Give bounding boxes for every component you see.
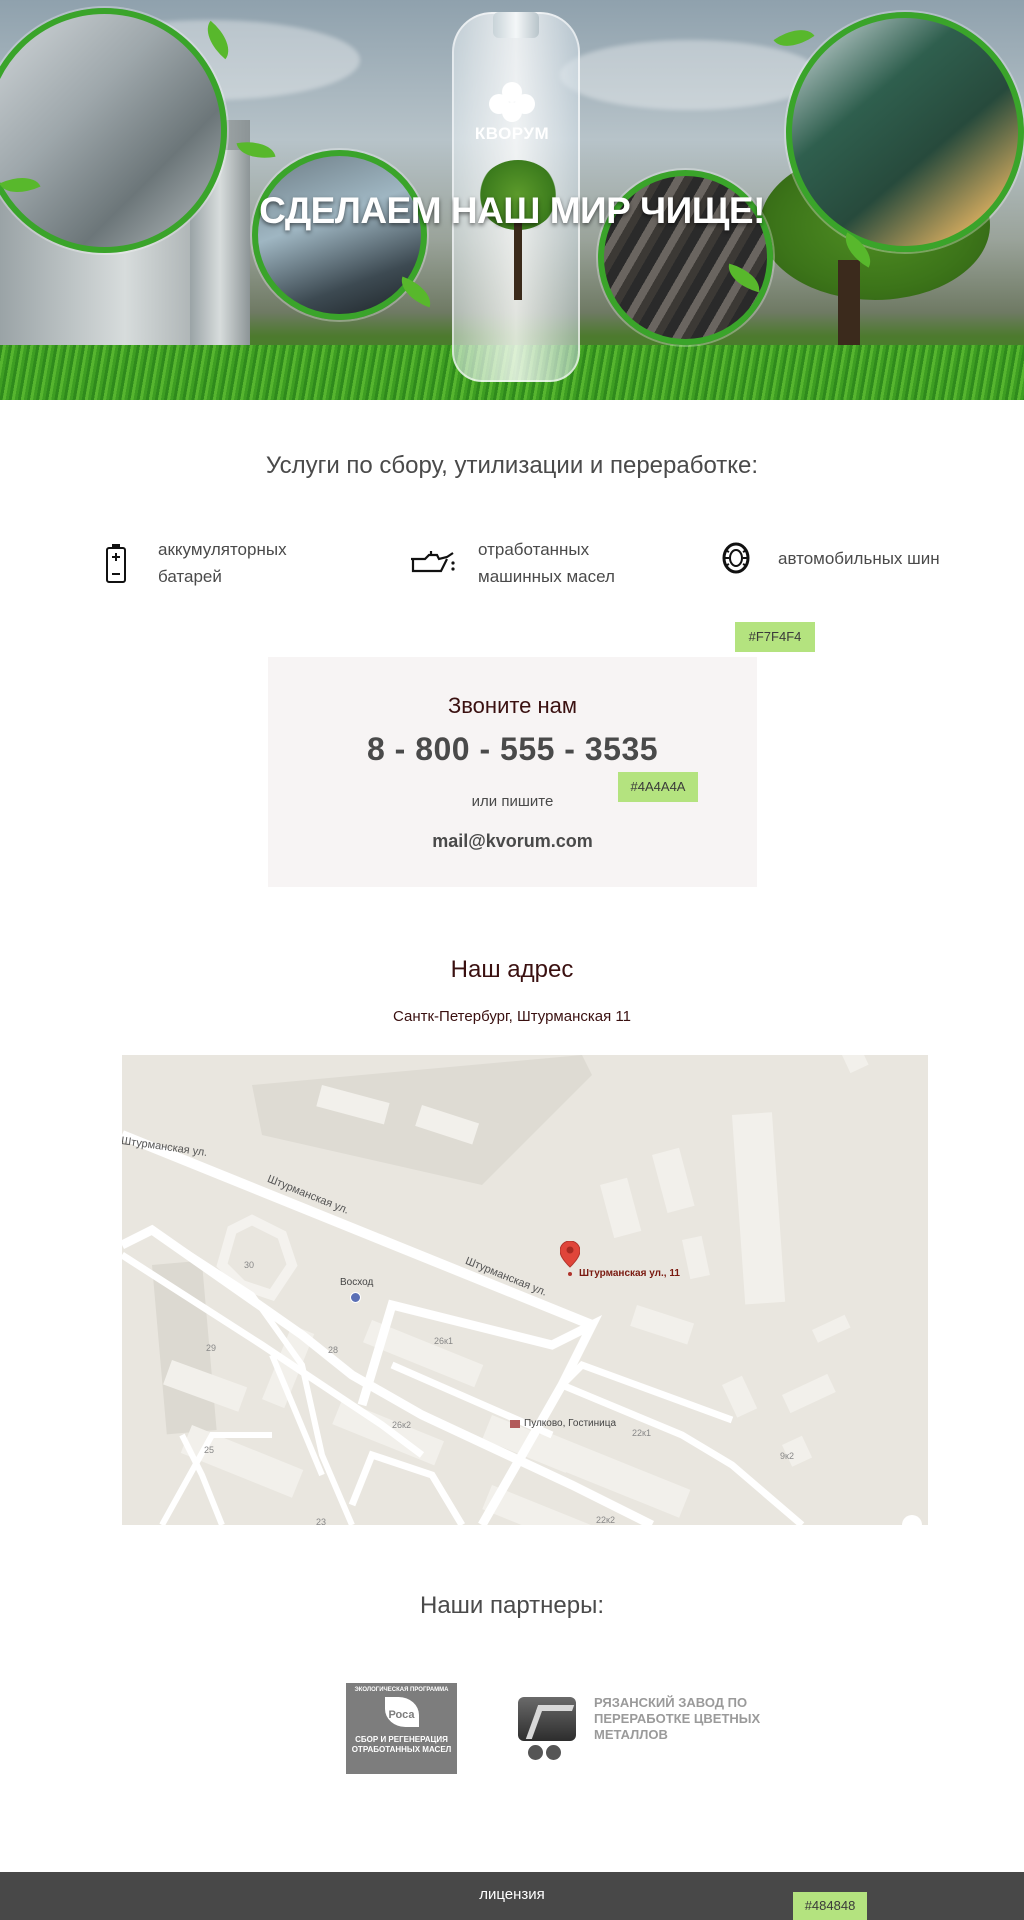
service-oils: отработанных машинных масел bbox=[406, 536, 615, 590]
oil-can-icon bbox=[406, 541, 456, 585]
color-tag-text: #4A4A4A bbox=[618, 772, 698, 802]
logo-text: КВОРУМ bbox=[474, 124, 550, 143]
certification-badges bbox=[528, 1745, 568, 1761]
map[interactable]: Штурманская ул. Штурманская ул. Штурманс… bbox=[122, 1055, 928, 1525]
rosa-bottom-text: СБОР И РЕГЕНЕРАЦИЯ ОТРАБОТАННЫХ МАСЕЛ bbox=[351, 1735, 452, 1754]
call-label: Звоните нам bbox=[447, 693, 578, 718]
services-title: Услуги по сбору, утилизации и переработк… bbox=[265, 452, 759, 479]
map-building bbox=[722, 1375, 758, 1418]
service-batteries: аккумуляторных батарей bbox=[96, 536, 287, 590]
photo-circle-workers bbox=[252, 150, 427, 320]
partner-ryazan-logo[interactable]: РЯЗАНСКИЙ ЗАВОД ПО ПЕРЕРАБОТКЕ ЦВЕТНЫХ М… bbox=[518, 1695, 788, 1765]
map-pin-icon[interactable] bbox=[560, 1241, 580, 1277]
map-building bbox=[842, 1055, 869, 1074]
email-link[interactable]: mail@kvorum.com bbox=[268, 831, 757, 852]
building-number: 26к2 bbox=[392, 1420, 411, 1430]
building-number: 25 bbox=[204, 1445, 215, 1455]
service-label: автомобильных шин bbox=[778, 548, 940, 568]
rosa-top-text: ЭКОЛОГИЧЕСКАЯ ПРОГРАММА bbox=[354, 1687, 449, 1693]
hotel-icon[interactable] bbox=[510, 1420, 520, 1428]
color-tag-footer: #484848 bbox=[793, 1892, 867, 1920]
map-building bbox=[600, 1177, 642, 1239]
service-label: аккумуляторных батарей bbox=[158, 540, 287, 586]
address-title: Наш адрес bbox=[450, 956, 574, 983]
address-text: Сантк-Петербург, Штурманская 11 bbox=[393, 1008, 631, 1025]
map-building bbox=[811, 1314, 851, 1343]
building-number: 29 bbox=[206, 1343, 217, 1353]
building-number: 28 bbox=[328, 1345, 339, 1355]
building-number: 22к1 bbox=[632, 1428, 651, 1438]
hero-title: СДЕЛАЕМ НАШ МИР ЧИЩЕ! bbox=[259, 190, 765, 231]
hero-banner: КВОРУМ СДЕЛАЕМ НАШ МИР ЧИЩЕ! bbox=[0, 0, 1024, 400]
building-number: 26к1 bbox=[434, 1336, 453, 1346]
map-building bbox=[652, 1147, 695, 1213]
service-tires: автомобильных шин bbox=[716, 536, 940, 580]
map-building bbox=[630, 1305, 695, 1345]
battery-icon bbox=[96, 541, 136, 585]
building-number: 22к2 bbox=[596, 1515, 615, 1525]
map-building bbox=[682, 1235, 710, 1280]
partners-title: Наши партнеры: bbox=[419, 1592, 605, 1619]
clover-icon bbox=[489, 82, 535, 122]
partner-rosa-logo[interactable]: ЭКОЛОГИЧЕСКАЯ ПРОГРАММА Роса СБОР И РЕГЕ… bbox=[346, 1683, 457, 1774]
bottle-tree-trunk bbox=[514, 220, 522, 300]
map-building bbox=[782, 1373, 836, 1414]
logo[interactable]: КВОРУМ bbox=[462, 82, 562, 144]
cloud bbox=[560, 40, 820, 110]
poi-hotel-label: Пулково, Гостиница bbox=[524, 1418, 617, 1429]
footer: лицензия bbox=[0, 1872, 1024, 1920]
ryazan-emblem-icon bbox=[518, 1697, 576, 1741]
map-road-end bbox=[902, 1515, 922, 1525]
service-label: отработанных машинных масел bbox=[478, 540, 615, 586]
map-pin-label: Штурманская ул., 11 bbox=[579, 1268, 680, 1279]
poi-icon[interactable] bbox=[350, 1292, 361, 1303]
bottle-cap bbox=[493, 12, 539, 38]
building-number: 9к2 bbox=[780, 1451, 794, 1461]
phone-number[interactable]: 8 - 800 - 555 - 3535 bbox=[268, 731, 757, 768]
ryazan-name: РЯЗАНСКИЙ ЗАВОД ПО ПЕРЕРАБОТКЕ ЦВЕТНЫХ М… bbox=[594, 1695, 761, 1742]
rosa-name: Роса bbox=[388, 1709, 415, 1721]
map-building bbox=[732, 1112, 786, 1305]
building-number: 23 bbox=[316, 1517, 327, 1525]
tire-icon bbox=[716, 536, 756, 580]
map-road bbox=[348, 1450, 466, 1525]
license-link[interactable]: лицензия bbox=[0, 1886, 1024, 1903]
poi-voskhod-label: Восход bbox=[340, 1277, 374, 1288]
color-tag-contact-bg: #F7F4F4 bbox=[735, 622, 815, 652]
building-number: 30 bbox=[244, 1260, 255, 1270]
